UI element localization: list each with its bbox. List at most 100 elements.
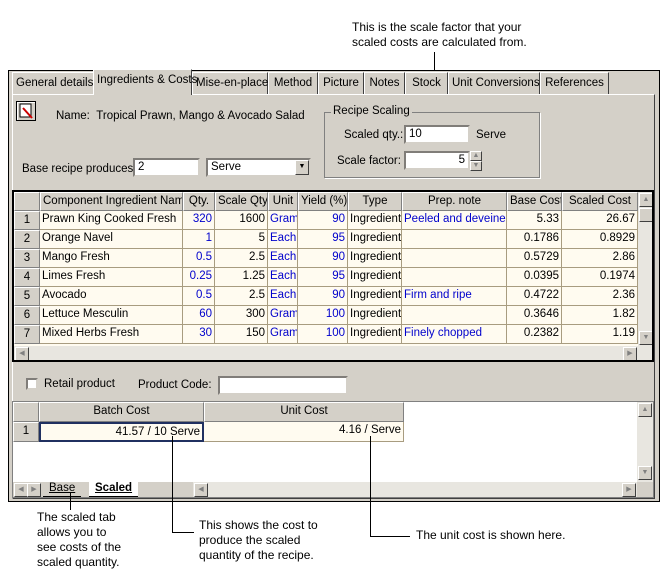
grid-cell[interactable]: Ingredient: [348, 249, 402, 268]
grid-cell[interactable]: 1600: [215, 211, 268, 230]
grid-cell[interactable]: 2.36: [562, 287, 638, 306]
grid-cell[interactable]: Each: [268, 249, 298, 268]
grid-cell[interactable]: 0.8929: [562, 230, 638, 249]
spin-down-button[interactable]: ▼: [470, 161, 482, 171]
grid-cell[interactable]: 0.5: [183, 287, 215, 306]
tab-picture[interactable]: Picture: [318, 72, 364, 94]
grid-cell[interactable]: 1.25: [215, 268, 268, 287]
grid-cell[interactable]: Finely chopped: [402, 325, 507, 344]
grid-cell[interactable]: [402, 230, 507, 249]
scroll-left-button[interactable]: ◀: [15, 347, 29, 360]
grid-cell[interactable]: 90: [298, 287, 348, 306]
tab-method[interactable]: Method: [268, 72, 318, 94]
grid-cell[interactable]: [402, 249, 507, 268]
edit-icon[interactable]: [16, 101, 36, 121]
column-header[interactable]: Yield (%): [298, 192, 348, 211]
grid-cell[interactable]: [402, 306, 507, 325]
batch-cost-cell[interactable]: 41.57 / 10 Serve: [39, 422, 204, 442]
grid-cell[interactable]: Limes Fresh: [40, 268, 183, 287]
grid-cell[interactable]: 0.25: [183, 268, 215, 287]
grid-cell[interactable]: 320: [183, 211, 215, 230]
column-header[interactable]: Prep. note: [402, 192, 507, 211]
sheet-tab-scaled[interactable]: Scaled: [89, 482, 139, 497]
grid-cell[interactable]: 2.5: [215, 249, 268, 268]
scroll-down-button[interactable]: ▼: [638, 466, 652, 480]
column-header[interactable]: Qty.: [183, 192, 215, 211]
grid-cell[interactable]: Prawn King Cooked Fresh: [40, 211, 183, 230]
grid-cell[interactable]: Ingredient: [348, 268, 402, 287]
sheet-prev-button[interactable]: ◀: [14, 483, 28, 497]
scroll-left-button[interactable]: ◀: [194, 483, 208, 497]
grid-cell[interactable]: 95: [298, 268, 348, 287]
column-header[interactable]: Scale Qty.: [215, 192, 268, 211]
column-header[interactable]: Unit Cost: [204, 402, 404, 422]
grid-cell[interactable]: 2.5: [215, 287, 268, 306]
grid-cell[interactable]: Mixed Herbs Fresh: [40, 325, 183, 344]
grid-cell[interactable]: 5: [215, 230, 268, 249]
tab-ingredients-costs[interactable]: Ingredients & Costs: [93, 69, 197, 95]
column-header[interactable]: [13, 402, 39, 422]
tab-unit-conversions[interactable]: Unit Conversions: [448, 72, 540, 94]
scroll-up-button[interactable]: ▲: [638, 403, 652, 417]
column-header[interactable]: Base Cost: [507, 192, 562, 211]
grid-cell[interactable]: Orange Navel: [40, 230, 183, 249]
column-header[interactable]: Type: [348, 192, 402, 211]
scroll-up-button[interactable]: ▲: [639, 193, 652, 207]
grid-cell[interactable]: 0.5729: [507, 249, 562, 268]
sheet-tab-base[interactable]: Base: [43, 482, 82, 497]
unit-cost-cell[interactable]: 4.16 / Serve: [204, 422, 404, 442]
horizontal-scrollbar[interactable]: [193, 482, 637, 497]
grid-cell[interactable]: 0.1974: [562, 268, 638, 287]
grid-cell[interactable]: Each: [268, 268, 298, 287]
grid-cell[interactable]: 26.67: [562, 211, 638, 230]
grid-cell[interactable]: 1.19: [562, 325, 638, 344]
column-header[interactable]: Unit: [268, 192, 298, 211]
grid-cell[interactable]: 0.3646: [507, 306, 562, 325]
scroll-down-button[interactable]: ▼: [639, 331, 652, 345]
retail-product-checkbox[interactable]: [26, 378, 38, 390]
grid-cell[interactable]: Each: [268, 230, 298, 249]
grid-cell[interactable]: Peeled and deveined: [402, 211, 507, 230]
grid-cell[interactable]: Ingredient: [348, 325, 402, 344]
grid-cell[interactable]: 90: [298, 211, 348, 230]
grid-cell[interactable]: Ingredient: [348, 287, 402, 306]
sheet-next-button[interactable]: ▶: [27, 483, 41, 497]
grid-cell[interactable]: 1.82: [562, 306, 638, 325]
chevron-down-icon[interactable]: ▼: [295, 160, 309, 175]
spin-up-button[interactable]: ▲: [470, 151, 482, 161]
grid-cell[interactable]: Each: [268, 287, 298, 306]
column-header[interactable]: [14, 192, 40, 211]
tab-general-details[interactable]: General details: [12, 72, 94, 94]
grid-cell[interactable]: 1: [183, 230, 215, 249]
grid-cell[interactable]: 0.1786: [507, 230, 562, 249]
grid-cell[interactable]: Lettuce Mesculin: [40, 306, 183, 325]
tab-mise-en-place[interactable]: Mise-en-place: [192, 72, 268, 94]
base-qty-input[interactable]: 2: [133, 158, 200, 177]
grid-cell[interactable]: Firm and ripe: [402, 287, 507, 306]
grid-cell[interactable]: Gram: [268, 211, 298, 230]
base-unit-select[interactable]: Serve ▼: [206, 158, 311, 177]
tab-notes[interactable]: Notes: [364, 72, 405, 94]
grid-cell[interactable]: Ingredient: [348, 230, 402, 249]
tab-references[interactable]: References: [540, 72, 609, 94]
grid-cell[interactable]: Gram: [268, 306, 298, 325]
tab-stock[interactable]: Stock: [405, 72, 448, 94]
grid-cell[interactable]: 100: [298, 306, 348, 325]
grid-cell[interactable]: 5.33: [507, 211, 562, 230]
grid-cell[interactable]: [402, 268, 507, 287]
scroll-thumb[interactable]: [639, 208, 652, 222]
grid-cell[interactable]: 0.5: [183, 249, 215, 268]
column-header[interactable]: Scaled Cost: [562, 192, 638, 211]
grid-cell[interactable]: 2.86: [562, 249, 638, 268]
column-header[interactable]: Batch Cost: [39, 402, 204, 422]
scale-factor-input[interactable]: 5: [404, 151, 470, 170]
grid-cell[interactable]: Mango Fresh: [40, 249, 183, 268]
grid-cell[interactable]: Ingredient: [348, 211, 402, 230]
scaled-qty-input[interactable]: 10: [404, 125, 470, 144]
grid-cell[interactable]: 150: [215, 325, 268, 344]
grid-cell[interactable]: 300: [215, 306, 268, 325]
grid-cell[interactable]: Avocado: [40, 287, 183, 306]
grid-cell[interactable]: 100: [298, 325, 348, 344]
grid-cell[interactable]: Gram: [268, 325, 298, 344]
grid-cell[interactable]: 30: [183, 325, 215, 344]
